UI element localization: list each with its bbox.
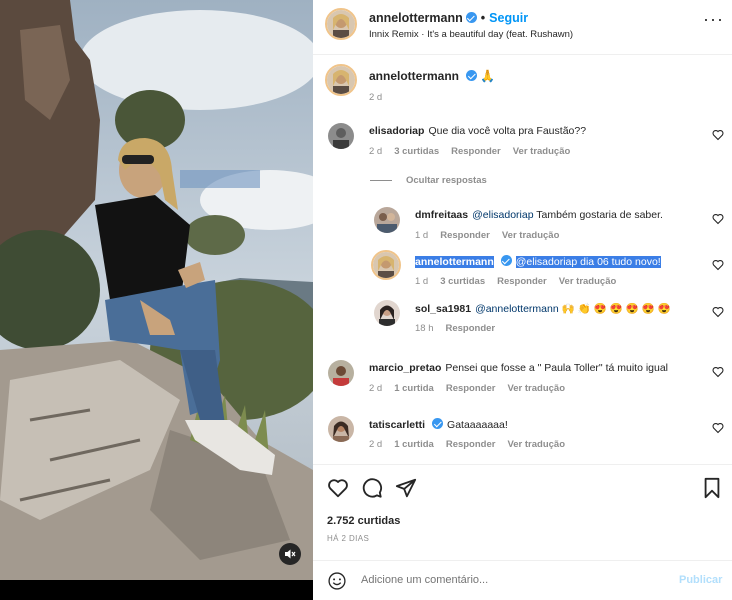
- comment-username[interactable]: marcio_pretao: [369, 362, 441, 374]
- audio-track-link[interactable]: Innix Remix · It's a beautiful day (feat…: [369, 29, 573, 40]
- reply-mention[interactable]: @elisadoriap: [516, 256, 577, 268]
- hide-replies-button[interactable]: Ocultar respostas: [370, 175, 487, 186]
- verified-icon: [466, 70, 478, 81]
- mute-button[interactable]: [279, 543, 301, 565]
- comment-avatar[interactable]: [328, 360, 354, 386]
- comment-time[interactable]: 2 d: [369, 383, 382, 394]
- post-video[interactable]: [0, 0, 313, 580]
- comment-time[interactable]: 2 d: [369, 439, 382, 450]
- reply-mention[interactable]: @elisadoriap: [472, 209, 533, 221]
- comment-text: elisadoriap Que dia você volta pra Faustã…: [369, 125, 586, 137]
- reply-time[interactable]: 18 h: [415, 323, 434, 334]
- reply-username[interactable]: annelottermann: [415, 256, 494, 268]
- publish-button[interactable]: Publicar: [679, 574, 722, 586]
- like-comment-icon[interactable]: [712, 306, 724, 318]
- reply-mention[interactable]: @annelottermann: [475, 303, 559, 315]
- like-comment-icon[interactable]: [712, 213, 724, 225]
- translate-button[interactable]: Ver tradução: [507, 383, 565, 394]
- add-comment-bar: Publicar: [313, 560, 732, 600]
- post-actions: 2.752 curtidas HÁ 2 DIAS: [313, 464, 732, 543]
- comment-username[interactable]: tatiscarletti: [369, 419, 425, 431]
- reply-body: Também gostaria de saber.: [533, 209, 663, 221]
- caption-time[interactable]: 2 d: [369, 92, 382, 103]
- comment-body: Pensei que fosse a " Paula Toller" tá mu…: [445, 362, 669, 374]
- comment-meta: 2 d 1 curtida Responder Ver tradução: [369, 439, 565, 450]
- reply-text: annelottermann @elisadoriap dia 06 tudo n…: [415, 255, 661, 268]
- comment-body: Gataaaaaaa!: [447, 419, 508, 431]
- translate-button[interactable]: Ver tradução: [559, 276, 617, 287]
- verified-icon: [465, 12, 477, 23]
- reply-time[interactable]: 1 d: [415, 230, 428, 241]
- reply-body: 🙌 👏 😍 😍 😍 😍 😍: [558, 303, 671, 315]
- reply-username[interactable]: sol_sa1981: [415, 303, 471, 315]
- comment-text: marcio_pretao Pensei que fosse a " Paula …: [369, 362, 668, 374]
- comment-text: tatiscarletti Gataaaaaaa!: [369, 418, 508, 431]
- caption-meta: 2 d: [369, 92, 394, 103]
- post-timestamp[interactable]: HÁ 2 DIAS: [327, 534, 369, 543]
- more-options-icon[interactable]: ···: [703, 10, 724, 28]
- comment-avatar[interactable]: [328, 416, 354, 442]
- reply-body: dia 06 tudo novo!: [577, 256, 661, 268]
- author-line: annelottermann • Seguir: [369, 11, 528, 25]
- separator-dot: •: [480, 11, 486, 25]
- comments-list[interactable]: annelottermann 🙏 2 d elisadoriap Que dia …: [313, 56, 732, 464]
- reply-avatar[interactable]: [371, 250, 401, 280]
- reply-text: sol_sa1981 @annelottermann 🙌 👏 😍 😍 😍 😍 😍: [415, 302, 671, 315]
- reply-button[interactable]: Responder: [440, 230, 490, 241]
- caption-avatar[interactable]: [325, 64, 357, 96]
- caption-line: annelottermann 🙏: [369, 69, 495, 83]
- reply-button[interactable]: Responder: [446, 323, 496, 334]
- like-comment-icon[interactable]: [712, 366, 724, 378]
- caption-username[interactable]: annelottermann: [369, 69, 459, 83]
- reply-avatar[interactable]: [374, 300, 400, 326]
- reply-button[interactable]: Responder: [446, 383, 496, 394]
- post-modal: annelottermann • Seguir Innix Remix · It's…: [0, 0, 732, 600]
- reply-button[interactable]: Responder: [497, 276, 547, 287]
- like-comment-icon[interactable]: [712, 129, 724, 141]
- comment-icon[interactable]: [361, 477, 383, 499]
- comment-meta: 2 d 3 curtidas Responder Ver tradução: [369, 146, 570, 157]
- post-photo: [0, 0, 313, 580]
- reply-likes[interactable]: 3 curtidas: [440, 276, 485, 287]
- reply-time[interactable]: 1 d: [415, 276, 428, 287]
- reply-meta: 1 d Responder Ver tradução: [415, 230, 559, 241]
- comment-avatar[interactable]: [328, 123, 354, 149]
- comment-body: Que dia você volta pra Faustão??: [428, 125, 587, 137]
- follow-button[interactable]: Seguir: [489, 11, 528, 25]
- share-icon[interactable]: [395, 477, 417, 499]
- reply-meta: 1 d 3 curtidas Responder Ver tradução: [415, 276, 616, 287]
- author-username[interactable]: annelottermann: [369, 11, 463, 25]
- comment-time[interactable]: 2 d: [369, 146, 382, 157]
- reply-text: dmfreitaas @elisadoriap Também gostaria d…: [415, 209, 663, 221]
- translate-button[interactable]: Ver tradução: [507, 439, 565, 450]
- verified-icon: [500, 255, 512, 266]
- likes-count[interactable]: 2.752 curtidas: [327, 515, 400, 527]
- author-avatar[interactable]: [325, 8, 357, 40]
- emoji-icon[interactable]: [327, 571, 347, 591]
- post-header: annelottermann • Seguir Innix Remix · It's…: [313, 0, 732, 55]
- reply-button[interactable]: Responder: [446, 439, 496, 450]
- mute-icon: [285, 549, 296, 559]
- translate-button[interactable]: Ver tradução: [502, 230, 560, 241]
- comment-meta: 2 d 1 curtida Responder Ver tradução: [369, 383, 565, 394]
- post-details-panel: annelottermann • Seguir Innix Remix · It's…: [313, 0, 732, 600]
- like-comment-icon[interactable]: [712, 422, 724, 434]
- comment-username[interactable]: elisadoriap: [369, 125, 424, 137]
- bookmark-icon[interactable]: [702, 477, 722, 499]
- caption-emoji: 🙏: [480, 69, 496, 83]
- like-comment-icon[interactable]: [712, 259, 724, 271]
- reply-username[interactable]: dmfreitaas: [415, 209, 468, 221]
- verified-icon: [432, 418, 444, 429]
- comment-likes[interactable]: 3 curtidas: [394, 146, 439, 157]
- reply-button[interactable]: Responder: [451, 146, 501, 157]
- reply-meta: 18 h Responder: [415, 323, 495, 334]
- comment-input[interactable]: [361, 574, 661, 586]
- reply-avatar[interactable]: [374, 207, 400, 233]
- comment-likes[interactable]: 1 curtida: [394, 383, 434, 394]
- heart-icon[interactable]: [327, 477, 349, 499]
- comment-likes[interactable]: 1 curtida: [394, 439, 434, 450]
- translate-button[interactable]: Ver tradução: [513, 146, 571, 157]
